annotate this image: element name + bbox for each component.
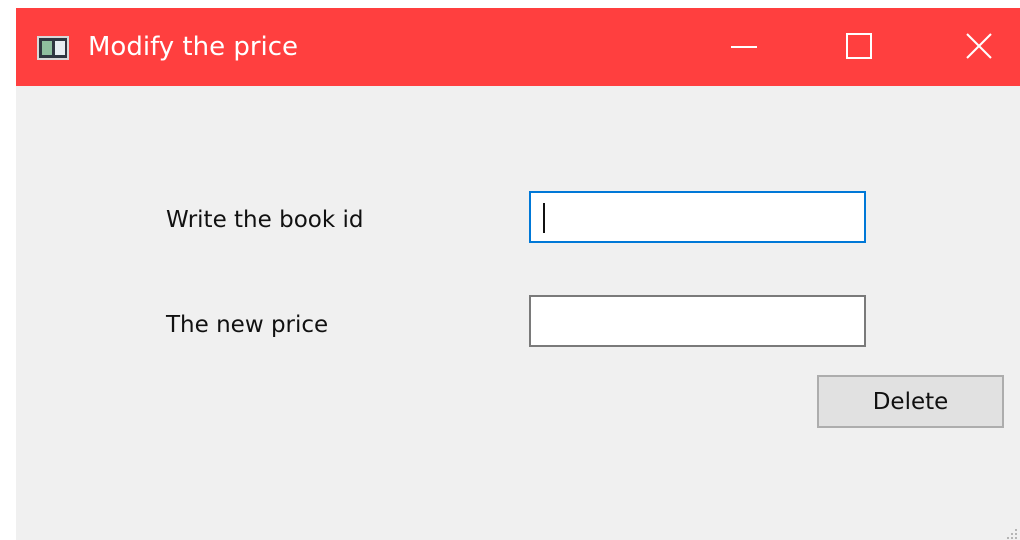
title-bar[interactable]: Modify the price <box>16 8 1020 86</box>
book-id-input[interactable] <box>529 191 866 243</box>
new-price-label: The new price <box>166 312 329 338</box>
new-price-input[interactable] <box>529 295 866 347</box>
app-icon-left-pane <box>42 41 52 55</box>
text-caret <box>543 203 545 233</box>
app-window-icon <box>37 36 69 60</box>
close-button[interactable] <box>921 8 1020 86</box>
maximize-icon <box>846 33 872 59</box>
minimize-icon <box>731 46 757 48</box>
book-id-label: Write the book id <box>166 207 364 233</box>
app-icon-right-pane <box>55 41 65 55</box>
maximize-button[interactable] <box>809 8 909 86</box>
delete-button[interactable]: Delete <box>817 375 1004 428</box>
app-window: Modify the price Write the book id The n… <box>16 8 1020 540</box>
window-title: Modify the price <box>88 32 299 62</box>
minimize-button[interactable] <box>689 8 789 86</box>
close-icon <box>966 33 992 59</box>
resize-grip-icon[interactable] <box>1006 528 1018 540</box>
